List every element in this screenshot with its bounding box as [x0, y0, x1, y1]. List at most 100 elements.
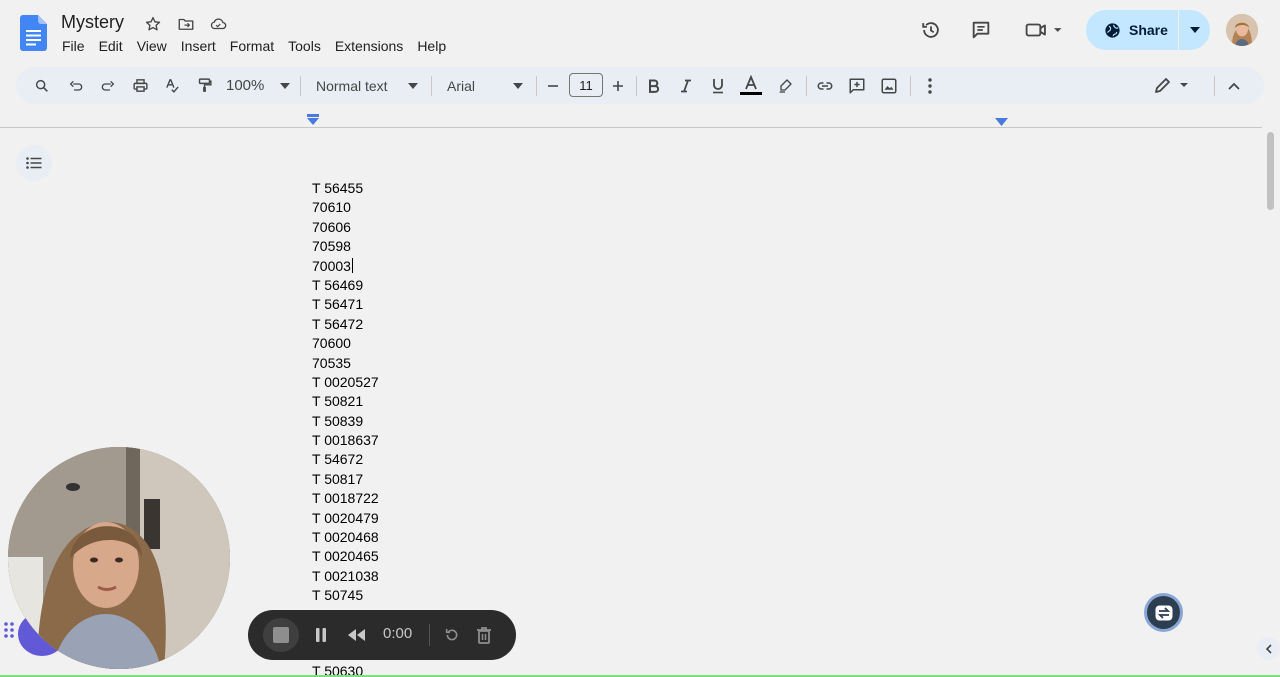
decrease-font-size-icon[interactable] — [544, 73, 562, 98]
document-body[interactable]: T 56455 70610 70606 70598 70003 T 56469 T 5647… — [312, 179, 379, 606]
text-color-icon[interactable] — [738, 73, 764, 98]
trash-icon — [477, 627, 491, 644]
increase-font-size-icon[interactable] — [609, 73, 627, 98]
delete-recording-button[interactable] — [473, 622, 495, 648]
divider — [300, 76, 301, 96]
divider — [431, 76, 432, 96]
document-line[interactable]: 70610 — [312, 198, 379, 217]
left-indent-marker-icon[interactable] — [306, 114, 320, 126]
insert-link-icon[interactable] — [814, 73, 836, 98]
document-line[interactable]: T 50817 — [312, 470, 379, 489]
menu-extensions[interactable]: Extensions — [328, 36, 410, 56]
recording-timer: 0:00 — [383, 625, 413, 642]
more-options-icon[interactable] — [920, 73, 940, 98]
document-line[interactable]: T 56469 — [312, 276, 379, 295]
document-line[interactable]: T 0020465 — [312, 547, 379, 566]
show-side-panel-chevron-left-icon[interactable] — [1257, 637, 1280, 660]
right-indent-marker-icon[interactable] — [995, 118, 1008, 126]
star-icon[interactable] — [142, 13, 164, 35]
document-line[interactable]: T 0020527 — [312, 373, 379, 392]
document-line[interactable]: T 50745 — [312, 586, 379, 605]
bold-icon[interactable] — [644, 73, 664, 98]
zoom-select[interactable]: 100% — [226, 73, 290, 98]
webcam-video-image — [8, 447, 230, 669]
share-label: Share — [1129, 22, 1168, 38]
document-outline-button[interactable] — [16, 145, 52, 181]
vertical-scrollbar-thumb[interactable] — [1267, 132, 1274, 210]
font-family-select[interactable]: Arial — [447, 73, 523, 98]
redo-icon[interactable] — [98, 73, 118, 98]
document-line[interactable]: 70003 — [312, 257, 379, 276]
document-line[interactable]: T 50839 — [312, 412, 379, 431]
menu-format[interactable]: Format — [223, 36, 281, 56]
document-line[interactable]: 70606 — [312, 218, 379, 237]
hide-menus-chevron-up-icon[interactable] — [1224, 73, 1244, 98]
insert-image-icon[interactable] — [878, 73, 900, 98]
rewind-button[interactable] — [344, 622, 368, 648]
folder-move-icon[interactable] — [175, 13, 197, 35]
rewind-icon — [348, 629, 365, 641]
recording-controls: 0:00 — [248, 610, 516, 660]
document-line[interactable]: T 56472 — [312, 315, 379, 334]
chevron-down-icon — [408, 82, 418, 89]
paragraph-style-select[interactable]: Normal text — [316, 73, 418, 98]
underline-icon[interactable] — [708, 73, 728, 98]
search-menus-icon[interactable] — [32, 73, 52, 98]
document-line[interactable]: T 0018637 — [312, 431, 379, 450]
ruler-baseline — [0, 127, 1262, 128]
drag-handle-icon[interactable] — [3, 621, 15, 639]
document-title[interactable]: Mystery — [61, 12, 124, 33]
insert-comment-icon[interactable] — [846, 73, 868, 98]
menu-view[interactable]: View — [130, 36, 174, 56]
document-line[interactable]: T 54672 — [312, 450, 379, 469]
document-line[interactable]: T 56455 — [312, 179, 379, 198]
document-line[interactable]: 70598 — [312, 237, 379, 256]
divider — [429, 624, 430, 646]
divider — [536, 76, 537, 96]
restart-icon — [445, 629, 458, 641]
menu-tools[interactable]: Tools — [281, 36, 328, 56]
stop-icon — [273, 627, 289, 643]
avatar[interactable] — [1226, 14, 1258, 46]
pause-icon — [316, 628, 326, 642]
globe-icon — [1105, 22, 1120, 38]
document-line[interactable]: T 0021038 — [312, 567, 379, 586]
editing-mode-icon[interactable] — [1152, 73, 1192, 98]
divider — [1214, 76, 1215, 96]
comment-icon[interactable] — [967, 16, 995, 44]
document-line[interactable]: T 0018722 — [312, 489, 379, 508]
undo-icon[interactable] — [66, 73, 86, 98]
history-icon[interactable] — [917, 16, 945, 44]
document-line[interactable]: T 56471 — [312, 295, 379, 314]
font-size-input[interactable]: 11 — [569, 73, 603, 97]
video-call-icon[interactable] — [1021, 16, 1067, 44]
menu-edit[interactable]: Edit — [92, 36, 130, 56]
restart-recording-button[interactable] — [441, 622, 463, 648]
chevron-down-icon — [513, 82, 523, 89]
divider — [636, 76, 637, 96]
highlight-color-icon[interactable] — [775, 73, 795, 98]
cloud-status-icon[interactable] — [207, 13, 229, 35]
document-line[interactable]: T 0020468 — [312, 528, 379, 547]
paint-format-icon[interactable] — [194, 73, 214, 98]
menu-file[interactable]: File — [55, 36, 92, 56]
italic-icon[interactable] — [676, 73, 696, 98]
font-family-value: Arial — [447, 77, 476, 94]
share-button[interactable]: Share — [1086, 10, 1178, 50]
document-line[interactable]: T 0020479 — [312, 509, 379, 528]
document-line[interactable]: T 50821 — [312, 392, 379, 411]
share-dropdown-icon[interactable] — [1179, 10, 1210, 50]
pause-button[interactable] — [310, 622, 332, 648]
floating-extension-button[interactable] — [1147, 596, 1180, 629]
formatting-toolbar: 100% Normal text Arial 11 — [16, 67, 1264, 104]
menu-bar: File Edit View Insert Format Tools Exten… — [55, 36, 453, 56]
google-docs-logo-icon[interactable] — [20, 15, 47, 51]
stop-recording-button[interactable] — [263, 618, 299, 652]
document-line[interactable]: 70600 — [312, 334, 379, 353]
menu-help[interactable]: Help — [410, 36, 453, 56]
menu-insert[interactable]: Insert — [174, 36, 223, 56]
webcam-bubble[interactable] — [8, 447, 230, 669]
spellcheck-icon[interactable] — [162, 73, 182, 98]
document-line[interactable]: 70535 — [312, 354, 379, 373]
print-icon[interactable] — [130, 73, 150, 98]
